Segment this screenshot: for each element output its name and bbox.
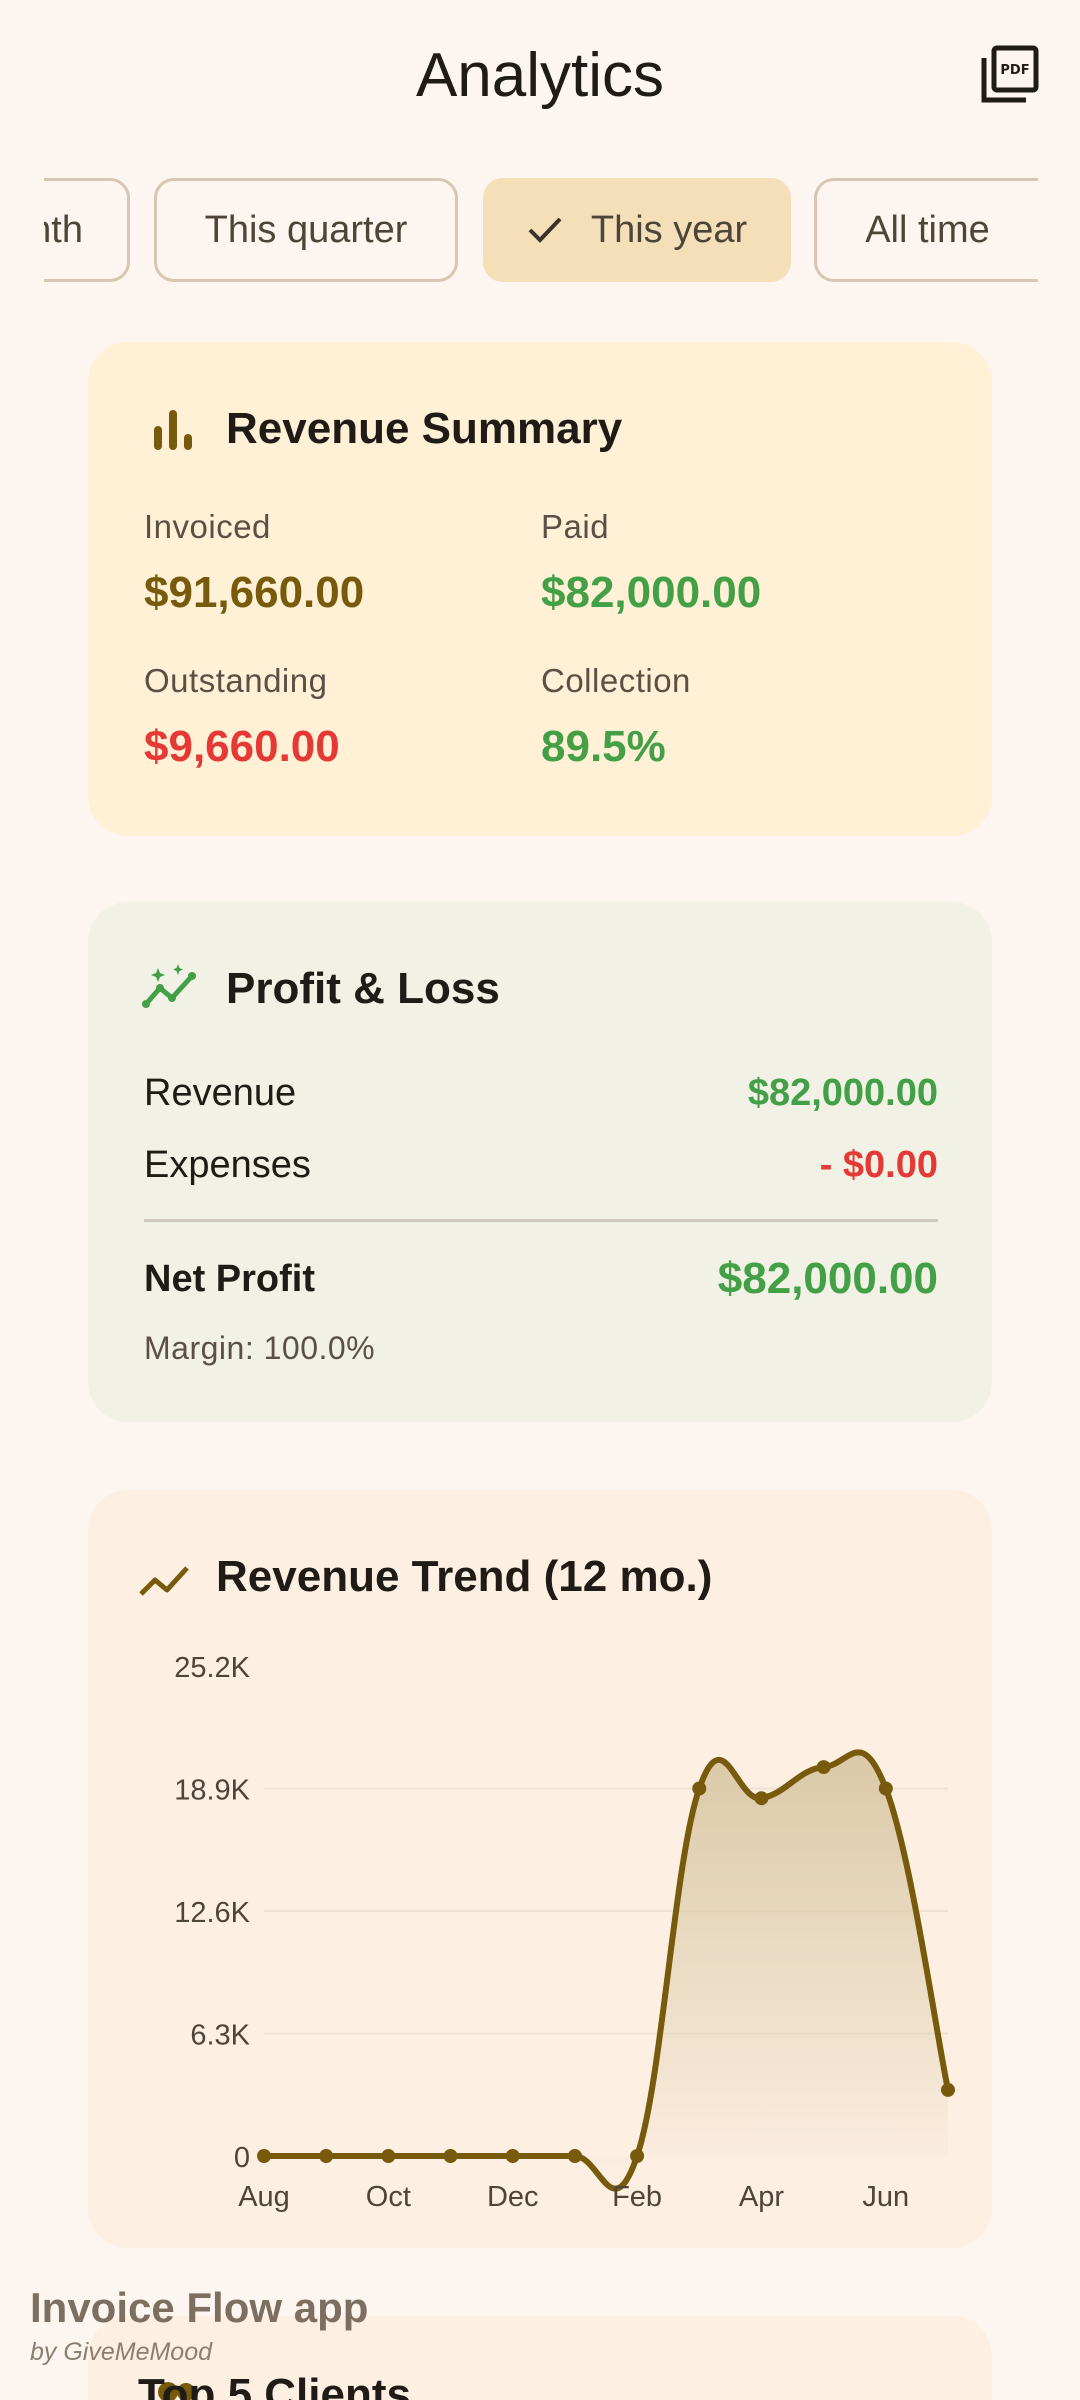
- expenses-value: - $0.00: [819, 1144, 938, 1186]
- chip-this-quarter[interactable]: This quarter: [154, 178, 458, 282]
- margin-text: Margin: 100.0%: [144, 1330, 376, 1366]
- chip-label: This year: [590, 208, 748, 251]
- data-point: [754, 1791, 769, 1806]
- net-profit-value: $82,000.00: [717, 1254, 938, 1303]
- chip-this-month[interactable]: nth: [44, 178, 130, 282]
- paid-label: Paid: [541, 508, 610, 545]
- card-title: Revenue Summary: [226, 404, 623, 453]
- data-point: [257, 2149, 271, 2163]
- revenue-summary-card: Revenue Summary Invoiced $91,660.00 Paid…: [88, 342, 992, 836]
- data-point: [381, 2149, 396, 2163]
- chip-this-year[interactable]: This year: [483, 178, 791, 282]
- data-point: [816, 1760, 831, 1775]
- data-point: [692, 1781, 707, 1796]
- bar-chart-icon: [154, 410, 192, 450]
- revenue-trend-chart: 0 6.3K 12.6K 18.9K 25.2K Aug Oct Dec Feb Apr Jun: [174, 1652, 955, 2213]
- profit-loss-card: Profit & Loss Revenue $82,000.00 Expense…: [88, 902, 992, 1422]
- chip-all-time[interactable]: All time: [814, 178, 1038, 282]
- revenue-value: $82,000.00: [747, 1072, 938, 1114]
- svg-text:PDF: PDF: [1000, 63, 1029, 78]
- pdf-export-button[interactable]: PDF: [978, 44, 1040, 106]
- data-point: [941, 2082, 955, 2097]
- invoiced-label: Invoiced: [144, 508, 271, 545]
- watermark-subtitle: by GiveMeMood: [30, 2338, 213, 2366]
- y-tick-label: 25.2K: [174, 1652, 250, 1684]
- divider: [144, 1219, 938, 1222]
- pdf-export-icon: PDF: [981, 45, 1039, 103]
- y-tick-label: 0: [234, 2142, 250, 2174]
- card-title: Profit & Loss: [226, 964, 500, 1013]
- period-filter-chips: nth This quarter This year All time: [44, 178, 1040, 284]
- x-tick-label: Oct: [366, 2181, 411, 2213]
- app-watermark: Invoice Flow app by GiveMeMood: [30, 2284, 368, 2367]
- data-point: [567, 2149, 582, 2163]
- invoiced-value: $91,660.00: [144, 568, 365, 617]
- data-point: [505, 2149, 520, 2163]
- x-tick-label: Feb: [612, 2181, 662, 2213]
- net-profit-label: Net Profit: [144, 1258, 315, 1300]
- insights-icon: [142, 964, 196, 1008]
- paid-value: $82,000.00: [541, 568, 762, 617]
- series-area: [264, 1752, 948, 2189]
- collection-value: 89.5%: [541, 722, 666, 771]
- x-tick-label: Jun: [862, 2181, 909, 2213]
- y-tick-label: 6.3K: [190, 2020, 250, 2052]
- outstanding-label: Outstanding: [144, 662, 328, 699]
- y-tick-label: 18.9K: [174, 1775, 250, 1807]
- outstanding-value: $9,660.00: [144, 722, 340, 771]
- x-tick-label: Apr: [739, 2181, 784, 2213]
- revenue-label: Revenue: [144, 1072, 297, 1114]
- data-point: [319, 2149, 334, 2163]
- chip-label: All time: [865, 208, 990, 251]
- revenue-trend-card: Revenue Trend (12 mo.) 0 6.3K 12.6K 18.9K 25…: [88, 1490, 992, 2248]
- chip-label: This quarter: [204, 208, 408, 251]
- data-point: [630, 2149, 645, 2163]
- chip-label: nth: [44, 208, 83, 251]
- x-tick-label: Dec: [487, 2181, 539, 2213]
- y-tick-label: 12.6K: [174, 1897, 250, 1929]
- expenses-label: Expenses: [144, 1144, 311, 1186]
- watermark-title: Invoice Flow app: [30, 2284, 369, 2331]
- data-point: [878, 1781, 893, 1796]
- x-tick-label: Aug: [238, 2181, 290, 2213]
- collection-label: Collection: [541, 662, 691, 699]
- data-point: [443, 2149, 458, 2163]
- app-bar: Analytics PDF: [0, 0, 1080, 150]
- top-clients-title: Top 5 Clients: [138, 2370, 411, 2400]
- check-icon: [528, 217, 562, 243]
- page-title: Analytics: [415, 41, 665, 110]
